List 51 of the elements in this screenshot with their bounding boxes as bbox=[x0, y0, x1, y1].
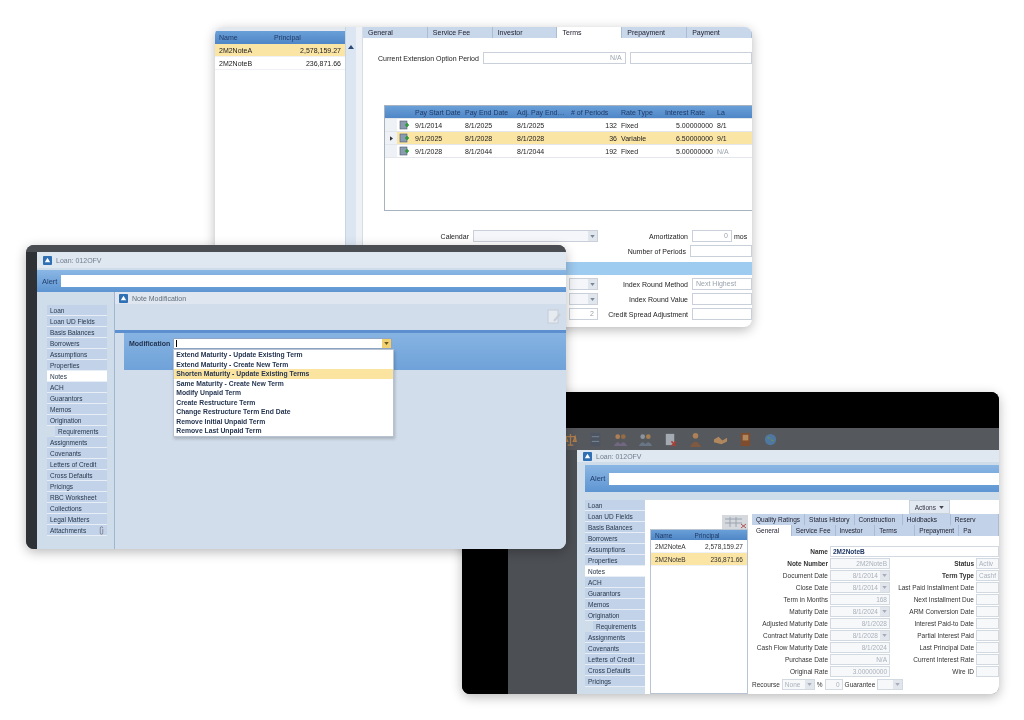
app-logo-icon bbox=[119, 293, 128, 303]
input-field[interactable] bbox=[976, 618, 999, 629]
person-icon[interactable] bbox=[688, 431, 703, 447]
app-logo-icon bbox=[583, 451, 592, 461]
row-header-cell[interactable] bbox=[385, 132, 397, 144]
pencil-icon[interactable] bbox=[546, 309, 562, 325]
row-header-cell[interactable] bbox=[385, 119, 397, 131]
caret-icon bbox=[939, 505, 944, 509]
scroll-up-icon[interactable] bbox=[348, 45, 354, 49]
input-field[interactable] bbox=[692, 293, 752, 305]
caret-icon bbox=[882, 610, 887, 613]
dropdown-field[interactable] bbox=[877, 679, 904, 690]
note-icon bbox=[399, 146, 409, 156]
document-icon[interactable] bbox=[663, 431, 678, 447]
caret-icon bbox=[590, 297, 595, 301]
caret-icon bbox=[882, 574, 887, 577]
app-logo-icon bbox=[43, 255, 52, 265]
input-field[interactable] bbox=[976, 666, 999, 677]
caret-icon bbox=[882, 586, 887, 589]
input-field[interactable] bbox=[690, 245, 752, 257]
dropdown-field[interactable] bbox=[569, 278, 598, 290]
input-field[interactable] bbox=[629, 52, 752, 64]
caret-icon bbox=[895, 683, 901, 686]
input-field[interactable] bbox=[692, 308, 752, 320]
input-field[interactable] bbox=[976, 582, 999, 593]
input-field[interactable] bbox=[976, 642, 999, 653]
people-icon[interactable] bbox=[613, 431, 628, 447]
input-field[interactable] bbox=[976, 630, 999, 641]
dropdown-field[interactable] bbox=[569, 293, 598, 305]
calendar-dropdown[interactable] bbox=[473, 230, 598, 242]
paperclip-icon bbox=[99, 525, 104, 535]
row-header-cell[interactable] bbox=[385, 145, 397, 157]
cabinet-icon[interactable] bbox=[588, 431, 603, 447]
grid-tool-icon[interactable] bbox=[722, 515, 748, 529]
caret-icon bbox=[882, 634, 887, 637]
alert-field[interactable] bbox=[61, 275, 566, 287]
globe-icon[interactable] bbox=[763, 431, 778, 447]
book-icon[interactable] bbox=[738, 431, 753, 447]
note-icon bbox=[399, 120, 409, 130]
alert-field[interactable] bbox=[609, 472, 999, 485]
input-field[interactable] bbox=[976, 606, 999, 617]
scales-icon[interactable] bbox=[563, 431, 578, 447]
caret-icon bbox=[590, 282, 595, 286]
caret-icon bbox=[806, 683, 812, 686]
input-field[interactable] bbox=[976, 594, 999, 605]
note-icon bbox=[399, 133, 409, 143]
row-pointer-icon bbox=[389, 135, 393, 141]
caret-icon bbox=[384, 342, 390, 345]
caret-icon bbox=[590, 234, 595, 238]
people-icon[interactable] bbox=[638, 431, 653, 447]
input-field[interactable] bbox=[976, 654, 999, 665]
